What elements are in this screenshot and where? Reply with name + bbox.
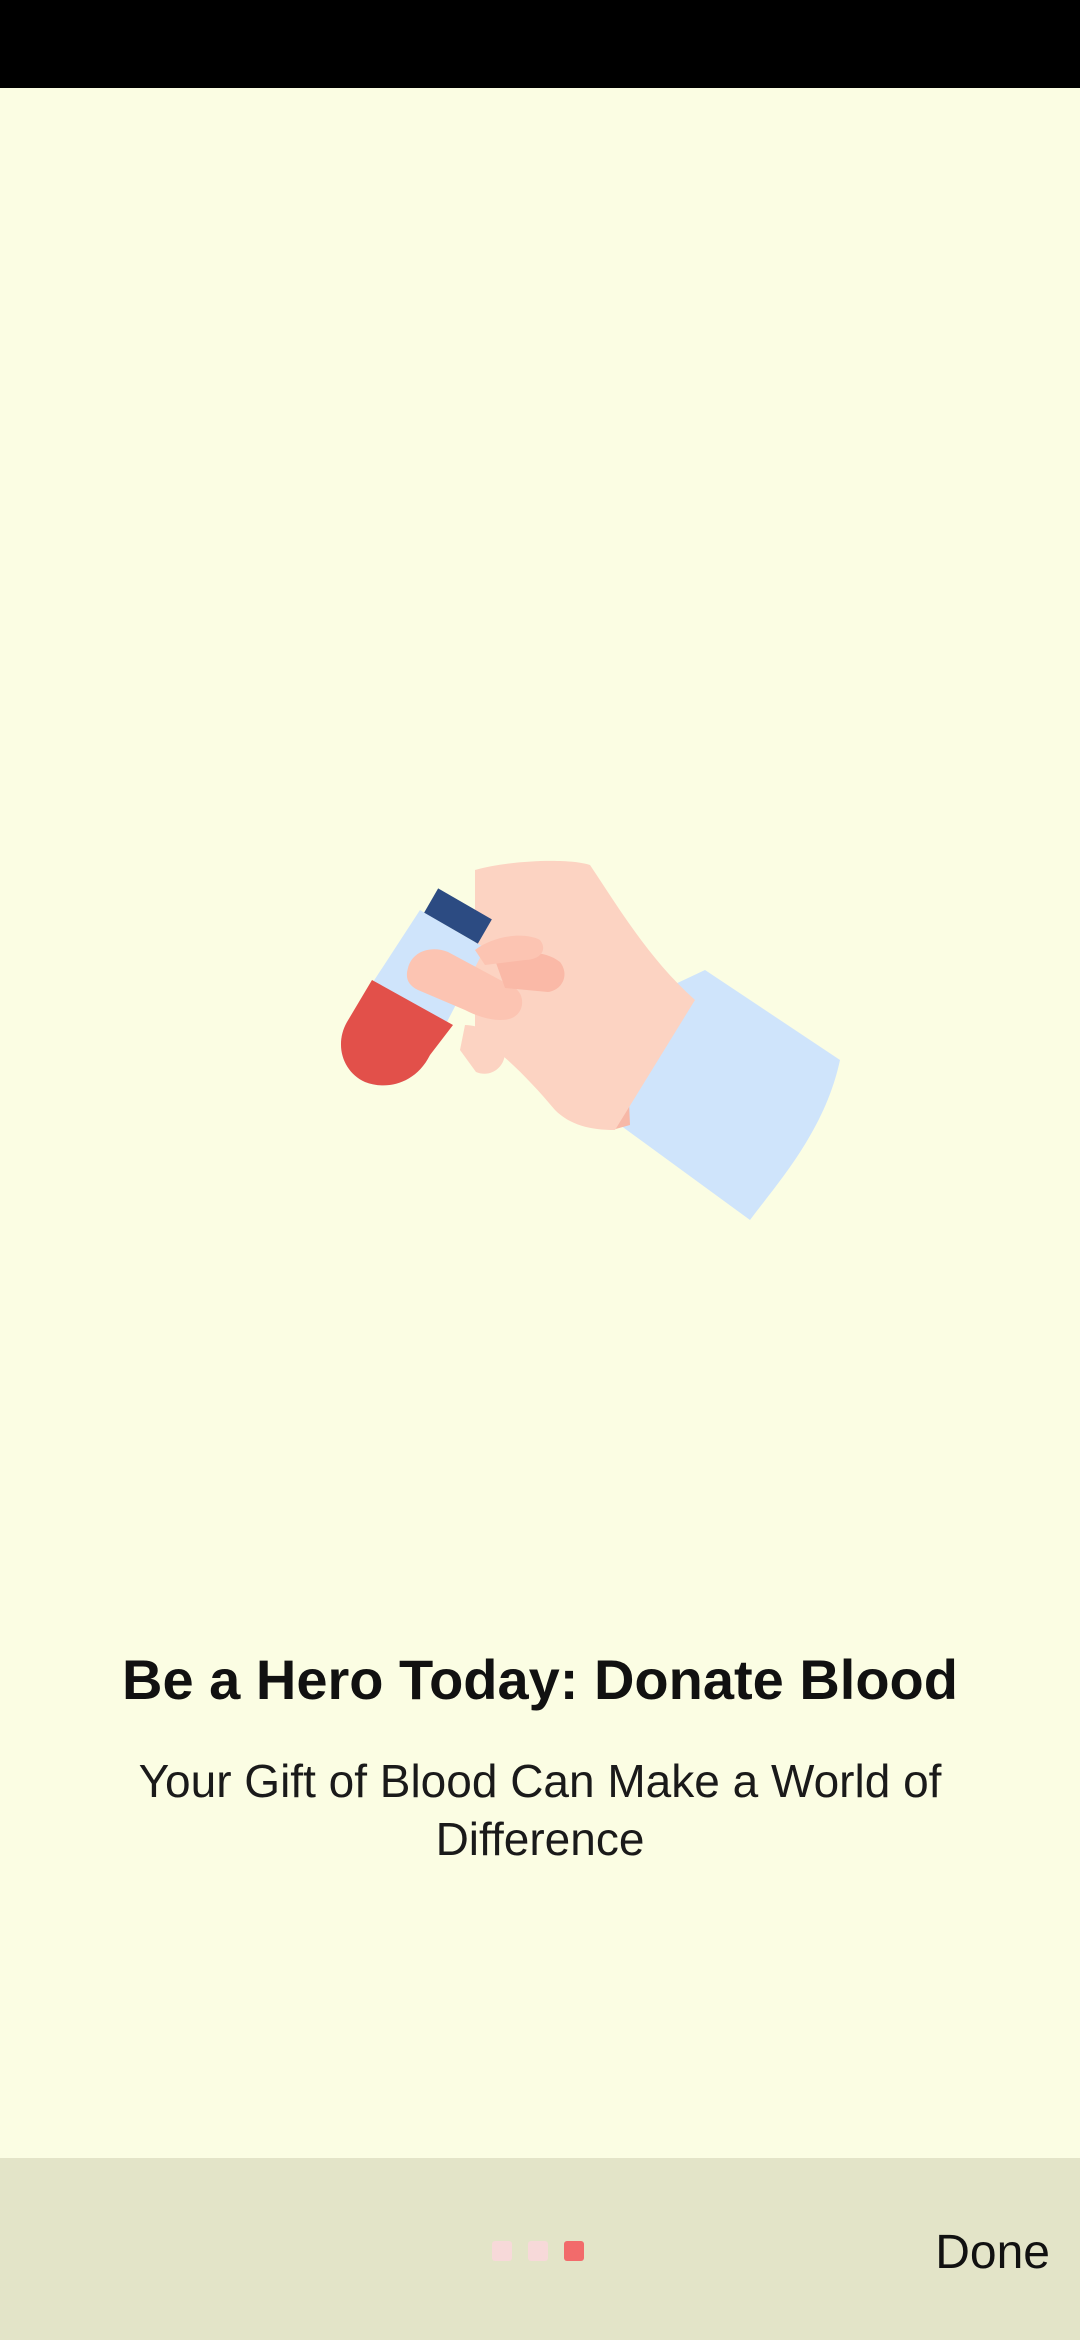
bottom-navigation-bar: Done [0,2158,1080,2340]
done-button[interactable]: Done [935,2208,1050,2298]
onboarding-subtitle: Your Gift of Blood Can Make a World of D… [138,1755,942,1865]
page-indicator-dot-1[interactable] [492,2241,512,2261]
page-indicator [492,2241,584,2261]
hand-holding-blood-tube-icon [340,860,840,1220]
page-indicator-dot-2[interactable] [528,2241,548,2261]
status-bar [0,0,1080,88]
onboarding-title: Be a Hero Today: Donate Blood [122,1648,958,1711]
page-indicator-dot-3-active[interactable] [564,2241,584,2261]
